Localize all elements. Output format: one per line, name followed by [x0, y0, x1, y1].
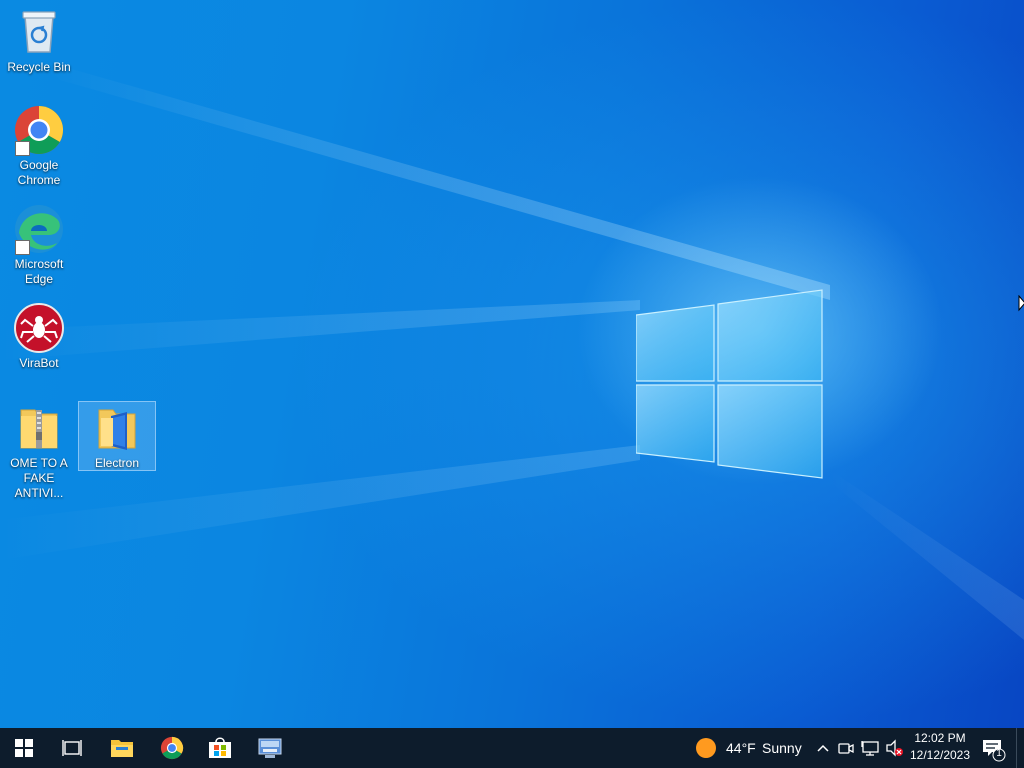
folder-icon	[91, 402, 143, 454]
show-desktop-button[interactable]	[1016, 728, 1024, 768]
start-button[interactable]	[0, 728, 48, 768]
weather-widget[interactable]: 44°F Sunny	[694, 736, 804, 760]
zip-folder-icon	[13, 402, 65, 454]
desktop-icon-label: OME TO A FAKE ANTIVI...	[10, 456, 68, 500]
shortcut-arrow-icon	[15, 141, 30, 156]
volume-muted-icon	[886, 739, 903, 757]
clock-time: 12:02 PM	[914, 731, 966, 745]
desktop-icon-label: Recycle Bin	[7, 60, 71, 74]
taskbar-clock[interactable]: 12:02 PM 12/12/2023	[904, 730, 976, 764]
meet-now-tray-button[interactable]	[836, 736, 856, 760]
weather-temperature: 44°F	[726, 740, 756, 756]
desktop-icon-zip-folder[interactable]: OME TO A FAKE ANTIVI...	[1, 402, 77, 501]
chrome-taskbar-button[interactable]	[148, 728, 196, 768]
virabot-icon	[13, 302, 65, 354]
file-explorer-taskbar-button[interactable]	[98, 728, 146, 768]
control-panel-icon	[258, 738, 282, 758]
control-panel-taskbar-button[interactable]	[246, 728, 294, 768]
desktop-icon-google-chrome[interactable]: Google Chrome	[1, 104, 77, 188]
chrome-icon	[160, 736, 184, 760]
task-view-button[interactable]	[48, 728, 96, 768]
desktop[interactable]: Recycle Bin Google Chrome Microsoft Edge…	[0, 0, 1024, 728]
notification-count-badge: 1	[996, 748, 1002, 759]
wallpaper-light-beams	[0, 60, 1024, 640]
task-view-icon	[62, 740, 82, 756]
desktop-icon-virabot[interactable]: ViraBot	[1, 302, 77, 371]
chrome-icon	[13, 104, 65, 156]
network-tray-button[interactable]	[860, 736, 882, 760]
start-icon	[15, 739, 33, 757]
microsoft-store-taskbar-button[interactable]	[196, 728, 244, 768]
desktop-icon-electron[interactable]: Electron	[78, 401, 156, 471]
desktop-icon-label: Google Chrome	[17, 158, 61, 187]
clock-date: 12/12/2023	[909, 748, 971, 762]
desktop-icon-microsoft-edge[interactable]: Microsoft Edge	[1, 203, 77, 287]
recycle-bin-icon	[13, 6, 65, 58]
shortcut-arrow-icon	[15, 240, 30, 255]
desktop-icon-label: Microsoft Edge	[14, 257, 64, 286]
network-icon	[861, 741, 879, 756]
weather-condition: Sunny	[762, 740, 802, 756]
action-center-button[interactable]: 1	[980, 734, 1006, 762]
desktop-icon-recycle-bin[interactable]: Recycle Bin	[1, 6, 77, 75]
volume-tray-button[interactable]	[884, 736, 906, 760]
file-explorer-icon	[111, 740, 133, 757]
show-hidden-icons-button[interactable]	[812, 736, 834, 760]
desktop-icon-label: ViraBot	[19, 356, 59, 370]
mouse-cursor-icon	[1018, 295, 1024, 312]
sun-icon	[696, 738, 716, 758]
desktop-icon-label: Electron	[94, 456, 140, 470]
meet-now-icon	[838, 743, 854, 754]
windows-logo-wallpaper	[636, 289, 823, 479]
taskbar: 44°F Sunny 12:02 PM 12/12/2023 1	[0, 728, 1024, 768]
chevron-up-icon	[817, 744, 829, 752]
microsoft-store-icon	[209, 737, 231, 758]
edge-icon	[13, 203, 65, 255]
